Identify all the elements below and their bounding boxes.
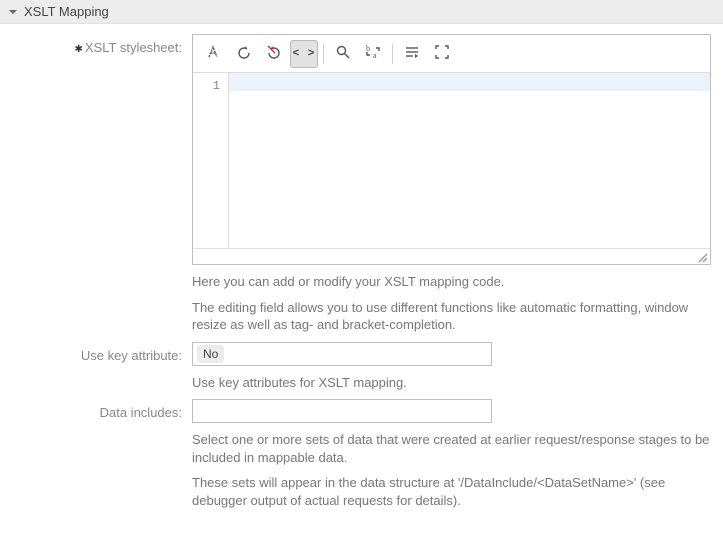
fullscreen-icon xyxy=(433,43,451,64)
label-text: Use key attribute: xyxy=(81,348,182,363)
label-xslt-stylesheet: ✱XSLT stylesheet: xyxy=(12,34,192,55)
row-use-key: Use key attribute: No Use key attributes… xyxy=(12,342,711,392)
section-title: XSLT Mapping xyxy=(24,4,109,19)
label-text: XSLT stylesheet: xyxy=(85,40,182,55)
help-text: Use key attributes for XSLT mapping. xyxy=(192,374,711,392)
resize-handle[interactable] xyxy=(696,251,708,263)
data-includes-input[interactable] xyxy=(192,399,492,423)
toggle-tags-button[interactable]: < > xyxy=(290,40,318,68)
collapse-icon xyxy=(8,7,18,17)
wrap-button[interactable] xyxy=(398,40,426,68)
help-text: Select one or more sets of data that wer… xyxy=(192,431,711,466)
selected-value: No xyxy=(197,345,224,363)
replace-icon: ba xyxy=(364,43,382,64)
help-text: The editing field allows you to use diff… xyxy=(192,299,711,334)
code-area-wrap: 1 xyxy=(193,73,710,249)
editor-toolbar: < > ba xyxy=(193,35,710,73)
svg-text:a: a xyxy=(373,51,377,60)
redo-icon xyxy=(265,43,283,64)
replace-button[interactable]: ba xyxy=(359,40,387,68)
line-gutter: 1 xyxy=(193,73,229,248)
required-star: ✱ xyxy=(75,44,83,55)
fullscreen-button[interactable] xyxy=(428,40,456,68)
gutter-line-number: 1 xyxy=(193,77,220,95)
undo-button[interactable] xyxy=(230,40,258,68)
undo-icon xyxy=(235,43,253,64)
search-button[interactable] xyxy=(329,40,357,68)
code-editor: < > ba xyxy=(192,34,711,265)
code-area[interactable] xyxy=(229,73,710,248)
editor-footer xyxy=(193,249,710,264)
help-text: Here you can add or modify your XSLT map… xyxy=(192,273,711,291)
help-text: These sets will appear in the data struc… xyxy=(192,474,711,509)
format-button[interactable] xyxy=(200,40,228,68)
section-header[interactable]: XSLT Mapping xyxy=(0,0,723,24)
toolbar-separator xyxy=(392,44,393,64)
row-data-includes: Data includes: Select one or more sets o… xyxy=(12,399,711,509)
row-xslt-stylesheet: ✱XSLT stylesheet: xyxy=(12,34,711,334)
section-body: ✱XSLT stylesheet: xyxy=(0,24,723,537)
label-text: Data includes: xyxy=(100,405,182,420)
use-key-select[interactable]: No xyxy=(192,342,492,366)
tags-icon: < > xyxy=(293,48,316,60)
format-icon xyxy=(205,43,223,64)
search-icon xyxy=(334,43,352,64)
label-use-key: Use key attribute: xyxy=(12,342,192,363)
label-data-includes: Data includes: xyxy=(12,399,192,420)
toolbar-separator xyxy=(323,44,324,64)
redo-button[interactable] xyxy=(260,40,288,68)
wrap-icon xyxy=(403,43,421,64)
svg-text:b: b xyxy=(366,44,370,53)
code-textarea[interactable] xyxy=(229,73,710,248)
